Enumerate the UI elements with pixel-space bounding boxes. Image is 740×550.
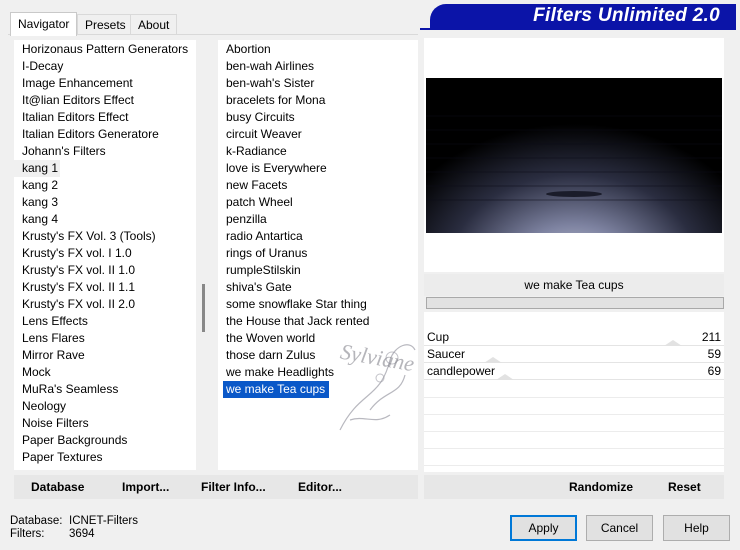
category-list[interactable]: Horizonaus Pattern Generators I-Decay Imag… bbox=[14, 40, 196, 470]
filter-item[interactable]: new Facets bbox=[218, 177, 418, 194]
category-item[interactable]: Mock bbox=[14, 364, 196, 381]
randomize-button[interactable]: Randomize bbox=[569, 480, 633, 494]
category-item[interactable]: Krusty's FX vol. II 1.0 bbox=[14, 262, 196, 279]
empty-param-row bbox=[424, 414, 724, 415]
category-item[interactable]: Lens Flares bbox=[14, 330, 196, 347]
param-value: 59 bbox=[707, 347, 721, 361]
filter-item[interactable]: shiva's Gate bbox=[218, 279, 418, 296]
param-label: candlepower bbox=[427, 364, 496, 378]
param-slider-row[interactable]: Cup 211 bbox=[424, 329, 724, 346]
filter-item[interactable]: we make Tea cups bbox=[223, 381, 330, 398]
filter-item[interactable]: Abortion bbox=[218, 41, 418, 58]
filter-title: we make Tea cups bbox=[424, 274, 724, 296]
progress-bar bbox=[426, 297, 724, 309]
category-item[interactable]: Image Enhancement bbox=[14, 75, 196, 92]
category-item[interactable]: Krusty's FX vol. I 1.0 bbox=[14, 245, 196, 262]
category-item[interactable]: Lens Effects bbox=[14, 313, 196, 330]
filter-item[interactable]: the House that Jack rented bbox=[218, 313, 418, 330]
filter-item[interactable]: rumpleStilskin bbox=[218, 262, 418, 279]
category-item[interactable]: kang 3 bbox=[14, 194, 196, 211]
param-slider-row[interactable]: Saucer 59 bbox=[424, 346, 724, 363]
database-status-label: Database: bbox=[10, 515, 63, 527]
category-item[interactable]: Mirror Rave bbox=[14, 347, 196, 364]
category-item[interactable]: Paper Textures bbox=[14, 449, 196, 466]
import-button[interactable]: Import... bbox=[122, 480, 169, 494]
filter-item[interactable]: some snowflake Star thing bbox=[218, 296, 418, 313]
category-item[interactable]: I-Decay bbox=[14, 58, 196, 75]
scrollbar-thumb[interactable] bbox=[202, 284, 205, 332]
category-item[interactable]: Italian Editors Generatore bbox=[14, 126, 196, 143]
category-item[interactable]: It@lian Editors Effect bbox=[14, 92, 196, 109]
filter-item[interactable]: bracelets for Mona bbox=[218, 92, 418, 109]
category-item[interactable]: Italian Editors Effect bbox=[14, 109, 196, 126]
database-status-value: ICNET-Filters bbox=[69, 515, 138, 527]
param-value: 69 bbox=[707, 364, 721, 378]
category-item[interactable]: Paper Backgrounds bbox=[14, 432, 196, 449]
tab-presets[interactable]: Presets bbox=[77, 14, 134, 35]
apply-button[interactable]: Apply bbox=[510, 515, 577, 541]
param-slider-marker[interactable] bbox=[496, 374, 514, 380]
filter-item[interactable]: k-Radiance bbox=[218, 143, 418, 160]
preview-area bbox=[424, 38, 724, 272]
filter-item[interactable]: penzilla bbox=[218, 211, 418, 228]
empty-param-row bbox=[424, 465, 724, 466]
filter-item[interactable]: rings of Uranus bbox=[218, 245, 418, 262]
param-label: Saucer bbox=[427, 347, 466, 361]
reset-button[interactable]: Reset bbox=[668, 480, 701, 494]
banner-title: Filters Unlimited 2.0 bbox=[533, 5, 720, 26]
category-item[interactable]: Neology bbox=[14, 398, 196, 415]
cancel-button[interactable]: Cancel bbox=[586, 515, 653, 541]
category-item[interactable]: Johann's Filters bbox=[14, 143, 196, 160]
category-item[interactable]: Horizonaus Pattern Generators bbox=[14, 41, 196, 58]
category-item[interactable]: MuRa's Seamless bbox=[14, 381, 196, 398]
help-button[interactable]: Help bbox=[663, 515, 730, 541]
filter-item[interactable]: ben-wah's Sister bbox=[218, 75, 418, 92]
category-item[interactable]: kang 1 bbox=[14, 160, 60, 177]
category-item[interactable]: kang 4 bbox=[14, 211, 196, 228]
category-item[interactable]: kang 2 bbox=[14, 177, 196, 194]
filter-item[interactable]: love is Everywhere bbox=[218, 160, 418, 177]
category-item[interactable]: Noise Filters bbox=[14, 415, 196, 432]
category-item[interactable]: Krusty's FX vol. II 1.1 bbox=[14, 279, 196, 296]
parameter-panel: Cup 211 Saucer 59 candlepower 69 bbox=[424, 312, 724, 472]
empty-param-row bbox=[424, 431, 724, 432]
database-status: Database: ICNET-Filters bbox=[10, 515, 138, 527]
category-item[interactable]: Krusty's FX Vol. 3 (Tools) bbox=[14, 228, 196, 245]
category-item[interactable]: Krusty's FX vol. II 2.0 bbox=[14, 296, 196, 313]
database-button[interactable]: Database bbox=[31, 480, 84, 494]
banner-underline bbox=[420, 28, 736, 30]
filters-count: Filters: 3694 bbox=[10, 528, 95, 540]
category-scrollbar[interactable] bbox=[196, 40, 211, 470]
param-slider-row[interactable]: candlepower 69 bbox=[424, 363, 724, 380]
param-label: Cup bbox=[427, 330, 450, 344]
tab-about[interactable]: About bbox=[130, 14, 178, 35]
filters-count-value: 3694 bbox=[69, 528, 95, 540]
empty-param-row bbox=[424, 448, 724, 449]
filter-item[interactable]: patch Wheel bbox=[218, 194, 418, 211]
title-banner: Filters Unlimited 2.0 bbox=[430, 4, 736, 28]
filter-item[interactable]: busy Circuits bbox=[218, 109, 418, 126]
preview-image bbox=[426, 78, 722, 233]
tab-navigator[interactable]: Navigator bbox=[10, 12, 78, 36]
filter-item[interactable]: ben-wah Airlines bbox=[218, 58, 418, 75]
filter-item[interactable]: radio Antartica bbox=[218, 228, 418, 245]
filter-info-button[interactable]: Filter Info... bbox=[201, 480, 266, 494]
param-value: 211 bbox=[701, 330, 721, 344]
filters-count-label: Filters: bbox=[10, 528, 45, 540]
empty-param-row bbox=[424, 397, 724, 398]
filter-item[interactable]: circuit Weaver bbox=[218, 126, 418, 143]
editor-button[interactable]: Editor... bbox=[298, 480, 342, 494]
